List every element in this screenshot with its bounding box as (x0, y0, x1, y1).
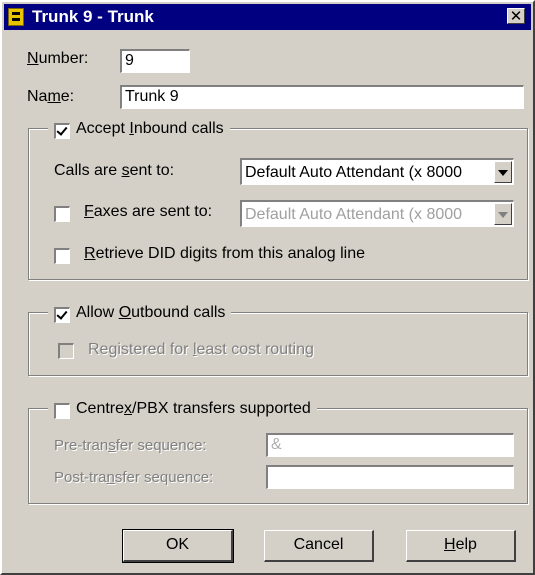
post-transfer-label: Post-transfer sequence: (54, 469, 214, 486)
retrieve-did-label: Retrieve DID digits from this analog lin… (84, 245, 366, 262)
name-field[interactable]: Trunk 9 (120, 85, 524, 109)
chevron-down-icon (498, 170, 508, 176)
calls-sent-dropdown-button[interactable] (494, 161, 512, 183)
outbound-group-header: Allow Outbound calls (48, 304, 232, 322)
trunk-dialog: Trunk 9 - Trunk ✕ Number: 9 Name: Trunk … (0, 0, 535, 575)
faxes-sent-dropdown-button[interactable] (494, 203, 512, 225)
chevron-down-icon (498, 212, 508, 218)
cancel-button[interactable]: Cancel (264, 530, 374, 562)
trunk-app-icon (8, 8, 24, 26)
accept-inbound-checkbox[interactable] (54, 123, 70, 139)
title-bar[interactable]: Trunk 9 - Trunk ✕ (4, 4, 531, 30)
name-label: Name: (27, 88, 75, 105)
allow-outbound-checkbox[interactable] (54, 307, 70, 323)
number-label: Number: (27, 50, 89, 67)
least-cost-routing-label: Registered for least cost routing (88, 341, 314, 358)
faxes-sent-to-select[interactable]: Default Auto Attendant (x 8000 (240, 200, 514, 227)
ok-button[interactable]: OK (122, 529, 234, 563)
centrex-transfers-checkbox[interactable] (54, 403, 70, 419)
window-title: Trunk 9 - Trunk (32, 7, 154, 26)
help-button[interactable]: Help (406, 530, 516, 562)
calls-sent-label: Calls are sent to: (54, 162, 175, 179)
inbound-group-header: Accept Inbound calls (48, 120, 230, 138)
faxes-checkbox[interactable] (54, 206, 70, 222)
retrieve-did-checkbox[interactable] (54, 248, 70, 264)
faxes-sent-to-value: Default Auto Attendant (x 8000 (245, 206, 463, 223)
close-button[interactable]: ✕ (507, 8, 525, 24)
calls-sent-to-select[interactable]: Default Auto Attendant (x 8000 (240, 158, 514, 185)
pre-transfer-label: Pre-transfer sequence: (54, 437, 207, 454)
faxes-sent-label: Faxes are sent to: (84, 203, 213, 220)
number-field[interactable]: 9 (120, 49, 190, 73)
least-cost-routing-checkbox[interactable] (58, 343, 74, 359)
pre-transfer-field[interactable]: & (266, 433, 514, 457)
calls-sent-to-value: Default Auto Attendant (x 8000 (245, 164, 463, 181)
post-transfer-field[interactable] (266, 465, 514, 489)
centrex-group-header: Centrex/PBX transfers supported (48, 400, 317, 418)
